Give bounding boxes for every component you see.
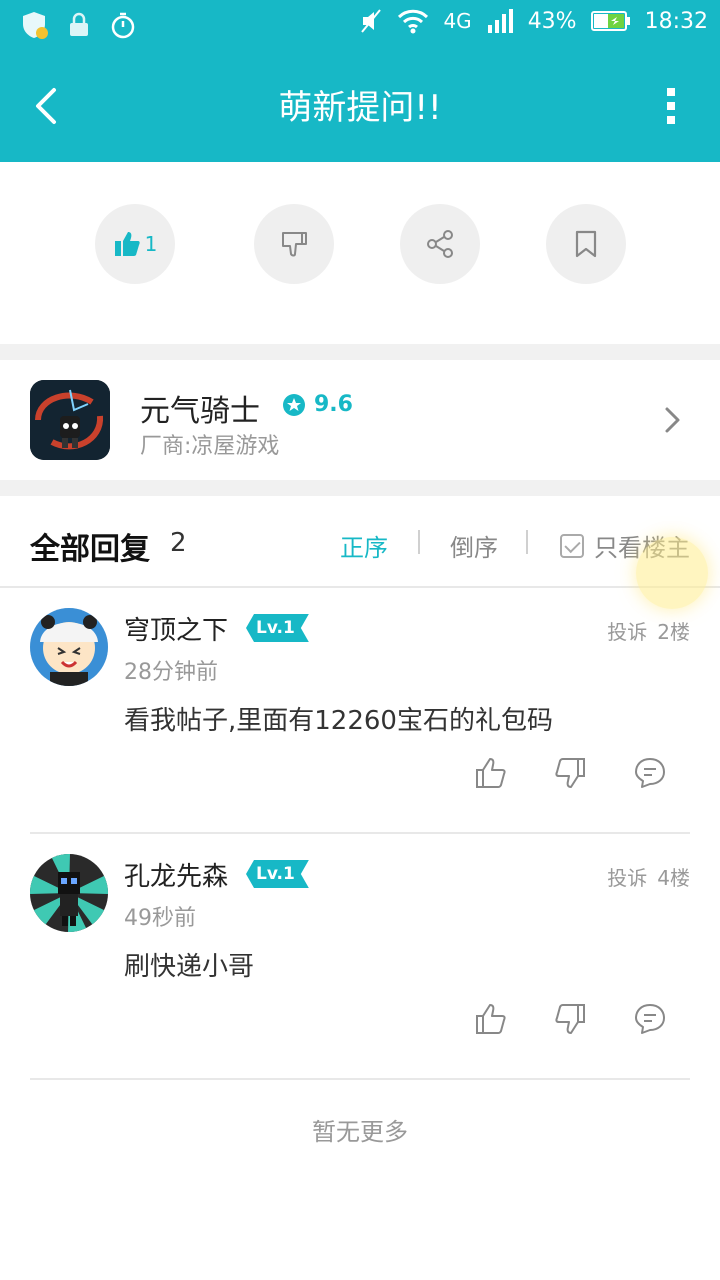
game-card[interactable]: 元气骑士 9.6 厂商:凉屋游戏 <box>0 360 720 480</box>
bookmark-button[interactable] <box>546 204 626 284</box>
lock-icon <box>70 12 88 36</box>
report-link[interactable]: 投诉 <box>607 866 647 890</box>
sort-reverse-tab[interactable]: 倒序 <box>450 528 498 563</box>
reply-comment-icon[interactable] <box>633 756 667 790</box>
comment-item: 穹顶之下 Lv.1 28分钟前 投诉 2楼 看我帖子,里面有12260宝石的礼包码 <box>0 588 720 834</box>
username[interactable]: 穹顶之下 <box>124 610 228 647</box>
floor-number: 4楼 <box>657 866 690 890</box>
section-divider <box>0 344 720 360</box>
signal-icon <box>487 9 513 33</box>
sort-forward-tab[interactable]: 正序 <box>340 528 388 563</box>
level-badge: Lv.1 <box>246 614 309 642</box>
share-button[interactable] <box>400 204 480 284</box>
report-link[interactable]: 投诉 <box>607 620 647 644</box>
battery-percent: 43% <box>527 8 577 34</box>
page-title: 萌新提问!! <box>278 88 442 128</box>
thumbs-down-icon[interactable] <box>553 756 587 790</box>
dislike-button[interactable] <box>254 204 334 284</box>
timer-icon <box>111 12 135 39</box>
avatar[interactable] <box>30 608 108 686</box>
game-name: 元气骑士 <box>140 394 260 429</box>
level-badge: Lv.1 <box>246 860 309 888</box>
status-bar: 4G 43% 18:32 <box>0 0 720 50</box>
comment-meta: 投诉 4楼 <box>607 862 690 891</box>
wifi-icon <box>398 9 429 34</box>
game-icon <box>30 380 110 460</box>
thumbs-down-icon <box>282 232 307 257</box>
comment-text: 看我帖子,里面有12260宝石的礼包码 <box>124 706 553 736</box>
like-button[interactable]: 1 <box>95 204 175 284</box>
battery-charging-icon <box>590 11 630 31</box>
rating-score: 9.6 <box>314 392 353 417</box>
chevron-right-icon <box>665 407 680 433</box>
more-vertical-icon[interactable] <box>666 86 676 126</box>
replies-header: 全部回复 2 正序 倒序 只看楼主 <box>0 496 720 588</box>
comment-time: 28分钟前 <box>124 660 218 685</box>
network-type: 4G <box>443 9 472 33</box>
checkbox-icon <box>560 533 584 558</box>
game-vendor: 厂商:凉屋游戏 <box>140 434 280 459</box>
reply-comment-icon[interactable] <box>633 1002 667 1036</box>
replies-title: 全部回复 <box>30 532 150 567</box>
like-count: 1 <box>144 232 158 256</box>
separator <box>418 530 420 554</box>
shield-icon <box>23 12 48 39</box>
bookmark-icon <box>575 230 597 258</box>
comment-time: 49秒前 <box>124 906 196 931</box>
thumbs-up-icon[interactable] <box>474 1002 508 1036</box>
avatar[interactable] <box>30 854 108 932</box>
comment-meta: 投诉 2楼 <box>607 616 690 645</box>
mute-icon <box>361 9 382 33</box>
separator <box>526 530 528 554</box>
app-bar: 萌新提问!! <box>0 50 720 162</box>
divider <box>30 1078 690 1080</box>
no-more-label: 暂无更多 <box>312 1118 408 1146</box>
thumbs-down-icon[interactable] <box>553 1002 587 1036</box>
thumbs-up-icon[interactable] <box>474 756 508 790</box>
floor-number: 2楼 <box>657 620 690 644</box>
share-icon <box>427 230 453 258</box>
thumbs-up-icon <box>114 232 140 256</box>
replies-count: 2 <box>170 528 187 558</box>
section-divider <box>0 480 720 496</box>
comment-item: 孔龙先森 Lv.1 49秒前 投诉 4楼 刷快递小哥 <box>0 834 720 1080</box>
post-actions: 1 <box>0 204 720 284</box>
comment-text: 刷快递小哥 <box>124 952 255 982</box>
star-badge-icon <box>283 393 305 416</box>
game-rating: 9.6 <box>282 392 353 417</box>
username[interactable]: 孔龙先森 <box>124 856 228 893</box>
clock: 18:32 <box>644 8 708 34</box>
